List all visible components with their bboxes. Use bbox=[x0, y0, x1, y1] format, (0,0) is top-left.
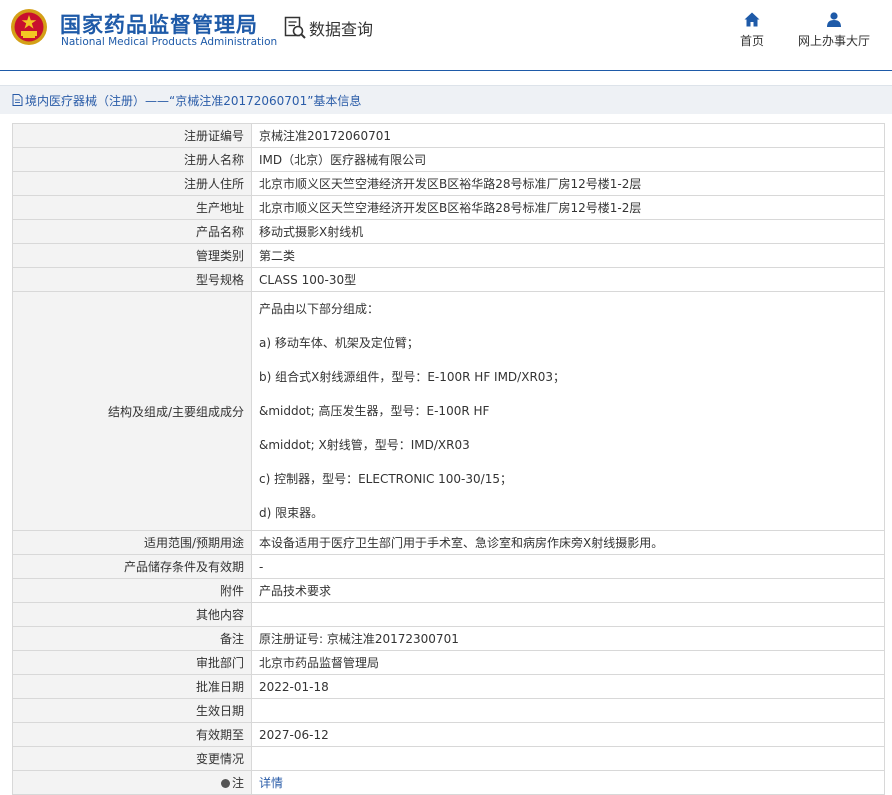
field-value: 第二类 bbox=[251, 243, 885, 268]
field-label: 其他内容 bbox=[12, 602, 252, 627]
table-row: 适用范围/预期用途 本设备适用于医疗卫生部门用于手术室、急诊室和病房作床旁X射线摄… bbox=[12, 530, 885, 555]
breadcrumb-text: 境内医疗器械（注册）——“京械注准20172060701”基本信息 bbox=[25, 93, 362, 108]
data-query-title[interactable]: 数据查询 bbox=[284, 16, 373, 40]
brand-title[interactable]: 国家药品监督管理局 bbox=[60, 9, 258, 39]
brand-subtitle[interactable]: National Medical Products Administration bbox=[61, 36, 277, 48]
field-label: 生效日期 bbox=[12, 698, 252, 723]
structure-line: 产品由以下部分组成： bbox=[259, 302, 380, 316]
field-label: 注册人名称 bbox=[12, 147, 252, 172]
table-row: 注册证编号 京械注准20172060701 bbox=[12, 123, 885, 148]
structure-line: &middot; 高压发生器，型号：E-100R HF bbox=[259, 404, 490, 418]
user-icon bbox=[827, 12, 841, 27]
note-value: 详情 bbox=[251, 770, 885, 795]
nav-online-hall[interactable]: 网上办事大厅 bbox=[796, 12, 872, 49]
table-row: 注 详情 bbox=[12, 770, 885, 795]
table-row: 注册人住所 北京市顺义区天竺空港经济开发区B区裕华路28号标准厂房12号楼1-2层 bbox=[12, 171, 885, 196]
table-row: 产品名称 移动式摄影X射线机 bbox=[12, 219, 885, 244]
field-value: - bbox=[251, 554, 885, 579]
field-value: 移动式摄影X射线机 bbox=[251, 219, 885, 244]
note-icon bbox=[220, 779, 230, 788]
table-row: 变更情况 bbox=[12, 746, 885, 771]
field-value: 北京市顺义区天竺空港经济开发区B区裕华路28号标准厂房12号楼1-2层 bbox=[251, 171, 885, 196]
field-label: 变更情况 bbox=[12, 746, 252, 771]
nav-online-hall-label: 网上办事大厅 bbox=[797, 34, 870, 48]
table-row: 其他内容 bbox=[12, 602, 885, 627]
field-value bbox=[251, 746, 885, 771]
field-label: 备注 bbox=[12, 626, 252, 651]
detail-link[interactable]: 详情 bbox=[259, 776, 283, 790]
structure-line: &middot; X射线管，型号：IMD/XR03 bbox=[259, 438, 470, 452]
field-label: 生产地址 bbox=[12, 195, 252, 220]
data-query-label: 数据查询 bbox=[309, 20, 374, 39]
nav-home[interactable]: 首页 bbox=[738, 12, 766, 49]
table-row: 注册人名称 IMD（北京）医疗器械有限公司 bbox=[12, 147, 885, 172]
structure-line: c) 控制器，型号：ELECTRONIC 100-30/15； bbox=[259, 472, 512, 486]
field-label: 适用范围/预期用途 bbox=[12, 530, 252, 555]
note-label: 注 bbox=[231, 776, 244, 790]
document-icon bbox=[12, 94, 23, 106]
table-row: 批准日期 2022-01-18 bbox=[12, 674, 885, 699]
field-value: 2022-01-18 bbox=[251, 674, 885, 699]
field-value: IMD（北京）医疗器械有限公司 bbox=[251, 147, 885, 172]
field-value: 原注册证号: 京械注准20172300701 bbox=[251, 626, 885, 651]
field-value bbox=[251, 698, 885, 723]
field-label: 型号规格 bbox=[12, 267, 252, 292]
field-value: 本设备适用于医疗卫生部门用于手术室、急诊室和病房作床旁X射线摄影用。 bbox=[251, 530, 885, 555]
table-row: 产品储存条件及有效期 - bbox=[12, 554, 885, 579]
field-label: 产品储存条件及有效期 bbox=[12, 554, 252, 579]
field-label: 管理类别 bbox=[12, 243, 252, 268]
field-value: 北京市药品监督管理局 bbox=[251, 650, 885, 675]
field-label: 注册证编号 bbox=[12, 123, 252, 148]
field-label: 结构及组成/主要组成成分 bbox=[12, 291, 252, 531]
table-row: 附件 产品技术要求 bbox=[12, 578, 885, 603]
detail-table: 注册证编号 京械注准20172060701 注册人名称 IMD（北京）医疗器械有限公… bbox=[12, 123, 885, 795]
structure-value: 产品由以下部分组成： a) 移动车体、机架及定位臂； b) 组合式X射线源组件，… bbox=[251, 291, 885, 531]
field-value: CLASS 100-30型 bbox=[251, 267, 885, 292]
structure-line: b) 组合式X射线源组件，型号：E-100R HF IMD/XR03； bbox=[259, 370, 566, 384]
field-label: 有效期至 bbox=[12, 722, 252, 747]
field-value: 北京市顺义区天竺空港经济开发区B区裕华路28号标准厂房12号楼1-2层 bbox=[251, 195, 885, 220]
field-value: 京械注准20172060701 bbox=[251, 123, 885, 148]
table-row: 审批部门 北京市药品监督管理局 bbox=[12, 650, 885, 675]
structure-line: d) 限束器。 bbox=[259, 506, 324, 520]
field-value: 产品技术要求 bbox=[251, 578, 885, 603]
table-row: 结构及组成/主要组成成分 产品由以下部分组成： a) 移动车体、机架及定位臂； … bbox=[12, 291, 885, 531]
header: 国家药品监督管理局 National Medical Products Admi… bbox=[0, 0, 892, 70]
table-row: 管理类别 第二类 bbox=[12, 243, 885, 268]
breadcrumb: 境内医疗器械（注册）——“京械注准20172060701”基本信息 bbox=[0, 85, 892, 114]
field-label: 批准日期 bbox=[12, 674, 252, 699]
field-label: 注册人住所 bbox=[12, 171, 252, 196]
field-label: 审批部门 bbox=[12, 650, 252, 675]
table-row: 型号规格 CLASS 100-30型 bbox=[12, 267, 885, 292]
home-icon bbox=[744, 12, 760, 27]
table-row: 生效日期 bbox=[12, 698, 885, 723]
nav-home-label: 首页 bbox=[739, 34, 764, 48]
field-value bbox=[251, 602, 885, 627]
table-row: 有效期至 2027-06-12 bbox=[12, 722, 885, 747]
structure-line: a) 移动车体、机架及定位臂； bbox=[259, 336, 419, 350]
table-row: 备注 原注册证号: 京械注准20172300701 bbox=[12, 626, 885, 651]
header-divider bbox=[0, 70, 892, 71]
emblem-logo bbox=[11, 9, 47, 45]
field-label: 附件 bbox=[12, 578, 252, 603]
search-document-icon bbox=[284, 16, 306, 39]
table-row: 生产地址 北京市顺义区天竺空港经济开发区B区裕华路28号标准厂房12号楼1-2层 bbox=[12, 195, 885, 220]
field-label: 产品名称 bbox=[12, 219, 252, 244]
note-label-cell: 注 bbox=[12, 770, 252, 795]
field-value: 2027-06-12 bbox=[251, 722, 885, 747]
